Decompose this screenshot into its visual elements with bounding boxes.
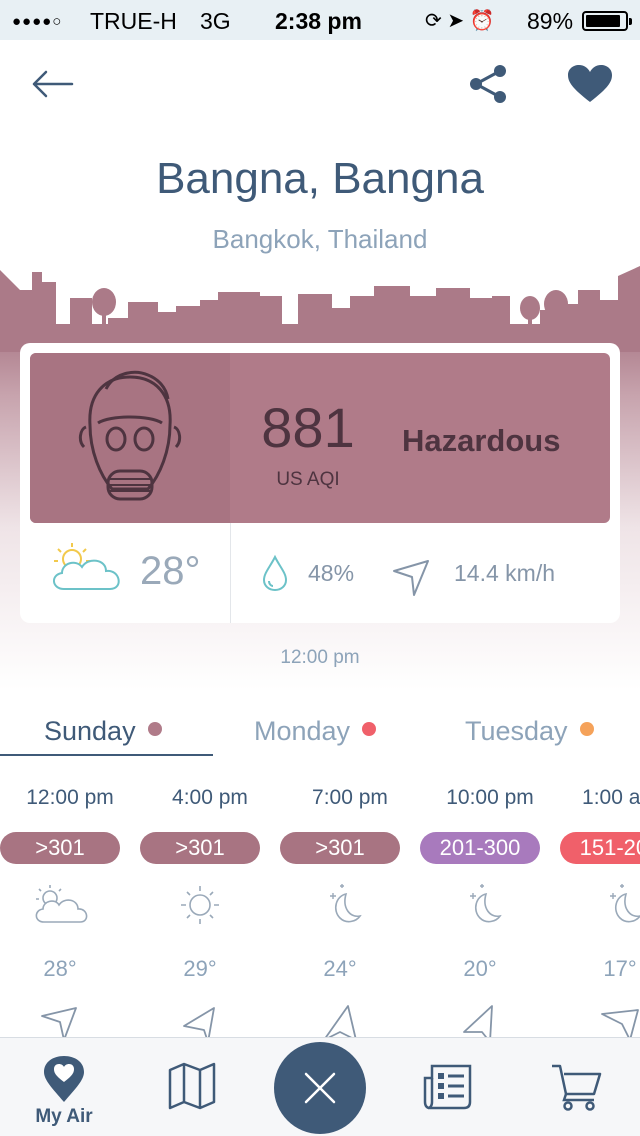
- network-type: 3G: [200, 8, 231, 34]
- back-button[interactable]: [28, 64, 78, 104]
- wind-direction-icon: [393, 560, 429, 596]
- tab-label: Monday: [254, 716, 351, 746]
- hourly-item[interactable]: 7:00 pm >301 24°: [280, 780, 420, 1041]
- moon-icon: [470, 884, 502, 923]
- active-tab-indicator: [0, 754, 213, 756]
- region-subtitle: Bangkok, Thailand: [212, 224, 428, 254]
- tab-map[interactable]: [164, 1058, 220, 1114]
- hourly-item[interactable]: 10:00 pm 201-300 20°: [420, 780, 560, 1043]
- hour-temperature: 17°: [603, 956, 637, 981]
- battery-percent: 89%: [527, 8, 574, 34]
- aqi-value: 881: [261, 396, 355, 459]
- moon-icon: [610, 884, 640, 923]
- news-icon: [423, 1064, 472, 1110]
- aqi-dot: [147, 722, 162, 736]
- partly-cloudy-icon: [53, 543, 120, 590]
- map-icon: [168, 1062, 216, 1110]
- aqi-badge: >301: [280, 832, 400, 864]
- card-divider: [230, 523, 231, 623]
- hour-temperature: 28°: [43, 956, 77, 981]
- aqi-badge: 201-300: [420, 832, 540, 864]
- tab-news[interactable]: [420, 1058, 476, 1114]
- tab-sunday[interactable]: Sunday: [44, 716, 162, 756]
- humidity-value: 48%: [308, 560, 355, 586]
- close-button[interactable]: [274, 1042, 366, 1134]
- share-button[interactable]: [466, 64, 510, 104]
- hour-temperature: 20°: [463, 956, 497, 981]
- tab-shop[interactable]: [548, 1058, 604, 1114]
- city-title: Bangna, Bangna: [156, 154, 484, 203]
- hour-time: 12:00 pm: [26, 786, 114, 809]
- close-icon: [304, 1072, 336, 1104]
- aqi-panel: 881 US AQI Hazardous: [30, 353, 610, 523]
- status-bar: ●●●●○ TRUE-H 3G 2:38 pm ⟳ ➤ ⏰ 89%: [0, 0, 640, 40]
- status-icons: ⟳ ➤ ⏰: [425, 10, 495, 32]
- tab-tuesday[interactable]: Tuesday: [465, 716, 594, 756]
- aqi-badge: 151-200: [560, 832, 640, 864]
- skyline-illustration: [0, 266, 640, 352]
- hour-time: 7:00 pm: [312, 786, 388, 809]
- location-heart-icon: [44, 1056, 84, 1102]
- hour-time: 10:00 pm: [446, 786, 534, 809]
- aqi-badge: >301: [140, 832, 260, 864]
- hourly-item[interactable]: 1:00 am 151-200 17°: [560, 780, 640, 1040]
- partly-cloudy-icon: [35, 885, 88, 923]
- aqi-level: Hazardous: [402, 423, 561, 458]
- carrier-name: TRUE-H: [90, 8, 177, 34]
- aqi-card[interactable]: 881 US AQI Hazardous 28° 48% 14.4 km/h: [20, 343, 620, 623]
- moon-icon: [330, 884, 362, 923]
- sun-icon: [181, 886, 219, 924]
- share-icon: [470, 65, 506, 103]
- cart-icon: [552, 1064, 602, 1111]
- hourly-item[interactable]: 12:00 pm >301 28°: [0, 780, 140, 1041]
- tab-label: Sunday: [44, 716, 136, 746]
- mask-area: [30, 353, 230, 523]
- updated-time: 12:00 pm: [280, 647, 360, 668]
- tab-my-air-label: My Air: [35, 1106, 93, 1127]
- aqi-dot: [362, 722, 377, 736]
- hour-time: 1:00 am: [582, 786, 640, 809]
- aqi-dot: [579, 722, 594, 736]
- signal-strength: ●●●●○: [12, 13, 63, 30]
- favorite-button[interactable]: [566, 64, 614, 104]
- heart-icon: [568, 65, 612, 102]
- current-temperature: 28°: [140, 549, 201, 593]
- back-arrow-icon: [32, 70, 74, 98]
- hourly-item[interactable]: 4:00 pm >301 29°: [140, 780, 280, 1043]
- wind-direction-icon: [601, 1009, 639, 1040]
- tab-label: Tuesday: [465, 716, 568, 746]
- tab-monday[interactable]: Monday: [254, 716, 377, 756]
- aqi-unit: US AQI: [276, 469, 340, 490]
- aqi-badge: >301: [0, 832, 120, 864]
- hour-time: 4:00 pm: [172, 786, 248, 809]
- wind-speed-value: 14.4 km/h: [454, 560, 555, 586]
- hour-temperature: 29°: [183, 956, 217, 981]
- tab-my-air[interactable]: My Air: [26, 1050, 102, 1134]
- gas-mask-icon: [78, 370, 182, 501]
- battery-icon: [582, 11, 632, 31]
- hour-temperature: 24°: [323, 956, 357, 981]
- humidity-drop-icon: [262, 554, 288, 592]
- status-time: 2:38 pm: [275, 8, 362, 34]
